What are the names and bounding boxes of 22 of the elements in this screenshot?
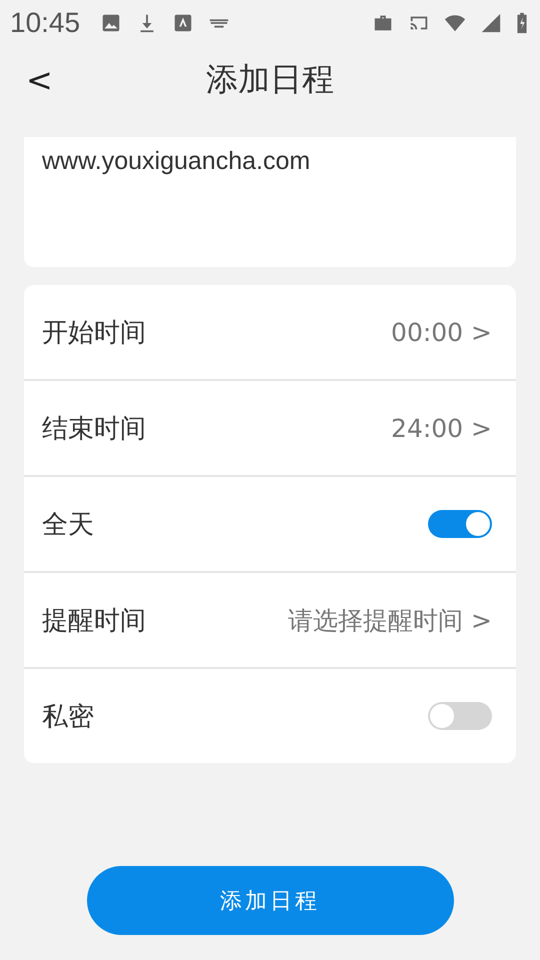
settings-row[interactable]: 开始时间 00:00 >	[24, 285, 516, 381]
settings-row[interactable]: 提醒时间 请选择提醒时间 >	[24, 573, 516, 669]
submit-button[interactable]: 添加日程	[86, 866, 454, 935]
row-label: 结束时间	[42, 412, 147, 446]
row-label: 提醒时间	[42, 604, 147, 638]
row-label: 开始时间	[42, 316, 147, 350]
settings-row[interactable]: 结束时间 24:00 >	[24, 381, 516, 477]
signal-icon	[480, 12, 502, 34]
settings-row[interactable]: 全天	[24, 477, 516, 573]
page-title: 添加日程	[206, 59, 334, 100]
row-value: 24:00 >	[391, 414, 492, 442]
row-value: 请选择提醒时间 >	[288, 604, 492, 636]
toggle-switch[interactable]	[428, 510, 492, 538]
toggle-switch[interactable]	[428, 702, 492, 730]
row-value: 00:00 >	[391, 318, 492, 346]
settings-row[interactable]: 私密	[24, 669, 516, 763]
status-time: 10:45	[10, 6, 80, 38]
row-label: 私密	[42, 700, 95, 734]
battery-icon	[516, 12, 528, 34]
note-field[interactable]: www.youxiguancha.com	[24, 137, 516, 267]
back-button[interactable]: <	[18, 57, 61, 103]
row-label: 全天	[42, 508, 95, 542]
